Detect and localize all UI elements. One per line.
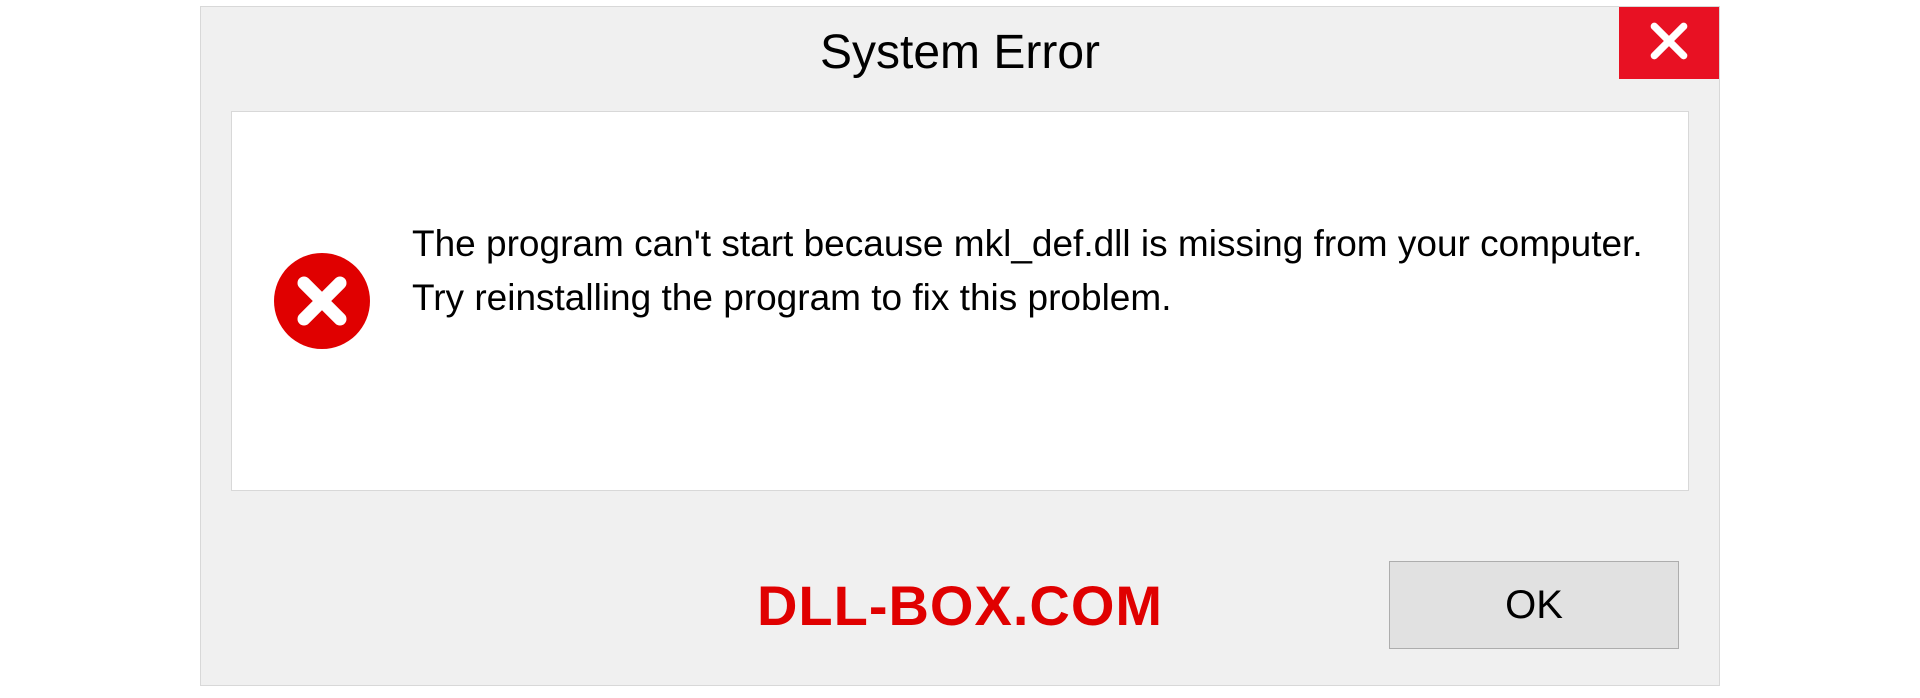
content-panel: The program can't start because mkl_def.… [231,111,1689,491]
dialog-title: System Error [820,25,1100,80]
message-block: The program can't start because mkl_def.… [412,217,1648,324]
error-dialog: System Error The program can't start bec… [200,6,1720,686]
close-button[interactable] [1619,7,1719,79]
dialog-footer: DLL-BOX.COM OK [201,525,1719,685]
ok-button[interactable]: OK [1389,561,1679,649]
close-icon [1647,19,1691,68]
message-line-2: Try reinstalling the program to fix this… [412,271,1648,325]
titlebar: System Error [201,7,1719,97]
message-line-1: The program can't start because mkl_def.… [412,217,1648,271]
ok-button-label: OK [1505,583,1563,628]
error-icon [272,251,372,351]
watermark-text: DLL-BOX.COM [757,573,1163,638]
